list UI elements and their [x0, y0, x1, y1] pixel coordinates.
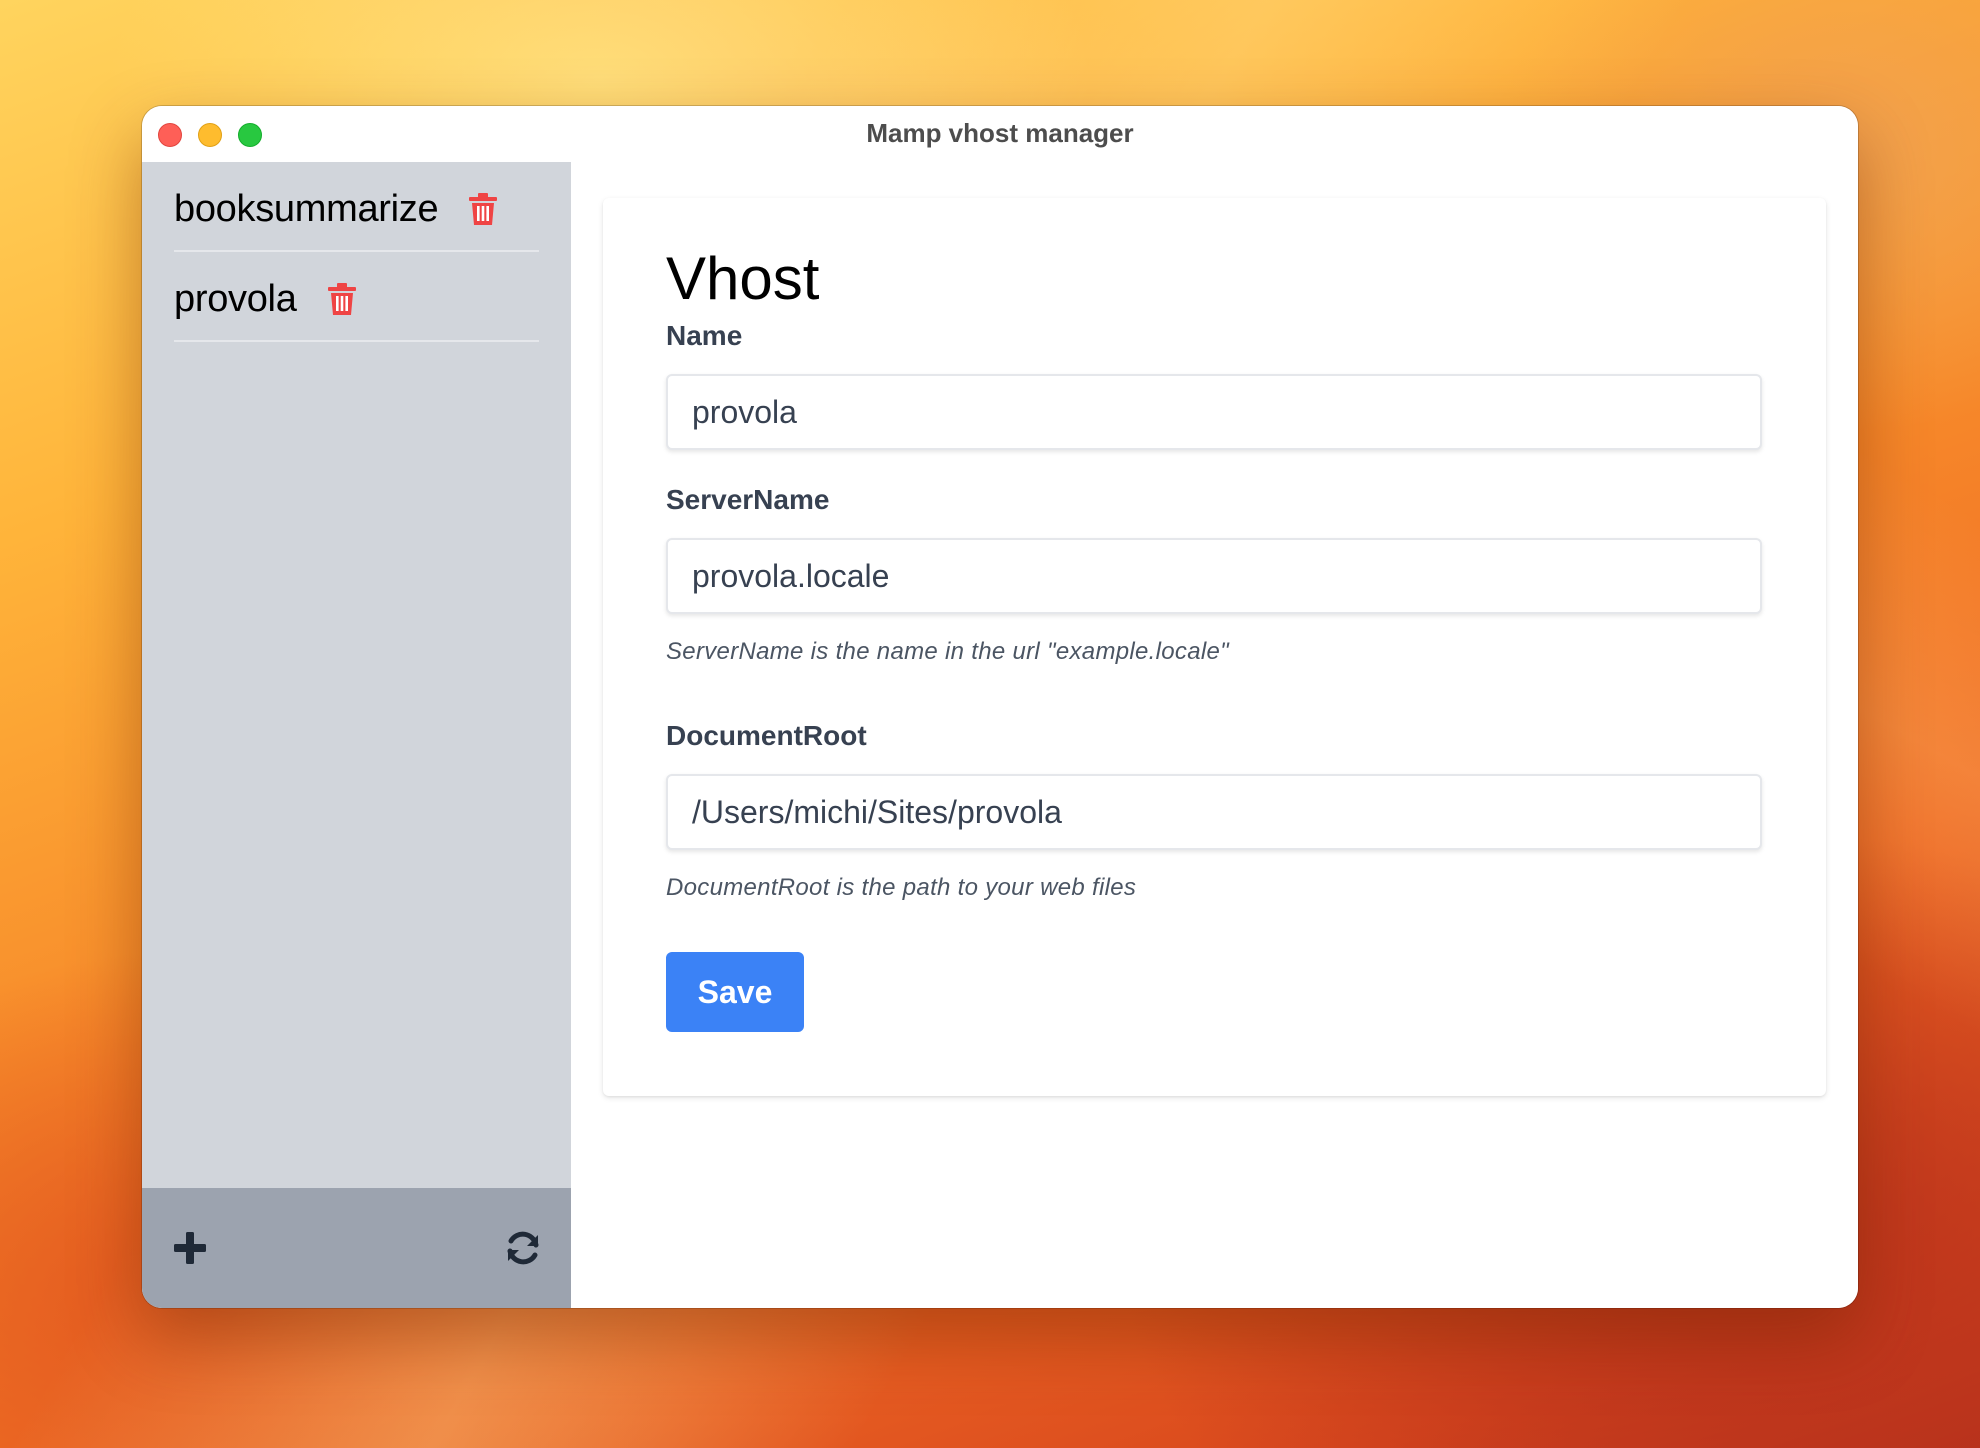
vhost-list-item-label[interactable]: booksummarize [174, 188, 439, 231]
vhost-list-item-booksummarize[interactable]: booksummarize [174, 162, 539, 252]
window-close-button[interactable] [158, 123, 182, 147]
document-root-input[interactable] [666, 774, 1762, 850]
main-panel: Vhost Name ServerName ServerName is the … [571, 162, 1858, 1308]
plus-icon[interactable] [170, 1228, 210, 1268]
vhost-list-item-provola[interactable]: provola [174, 252, 539, 342]
sidebar-footer [142, 1188, 571, 1308]
server-name-input[interactable] [666, 538, 1762, 614]
window-title: Mamp vhost manager [866, 118, 1134, 148]
app-window: Mamp vhost manager booksummarize provola… [142, 106, 1858, 1308]
vhost-form-card: Vhost Name ServerName ServerName is the … [603, 198, 1826, 1096]
window-titlebar[interactable]: Mamp vhost manager [142, 106, 1858, 162]
name-label: Name [666, 320, 743, 351]
trash-icon[interactable] [327, 282, 357, 316]
document-root-label: DocumentRoot [666, 720, 867, 751]
vhost-list: booksummarize provola [174, 162, 539, 342]
sidebar: booksummarize provola [142, 162, 571, 1308]
document-root-help: DocumentRoot is the path to your web fil… [666, 874, 1137, 901]
trash-icon[interactable] [468, 192, 498, 226]
refresh-icon[interactable] [503, 1228, 543, 1268]
save-button[interactable]: Save [666, 952, 804, 1032]
vhost-list-item-label[interactable]: provola [174, 278, 297, 321]
window-zoom-button[interactable] [238, 123, 262, 147]
server-name-label: ServerName [666, 484, 830, 515]
window-minimize-button[interactable] [198, 123, 222, 147]
name-input[interactable] [666, 374, 1762, 450]
form-title: Vhost [666, 245, 820, 312]
server-name-help: ServerName is the name in the url "examp… [666, 638, 1229, 665]
